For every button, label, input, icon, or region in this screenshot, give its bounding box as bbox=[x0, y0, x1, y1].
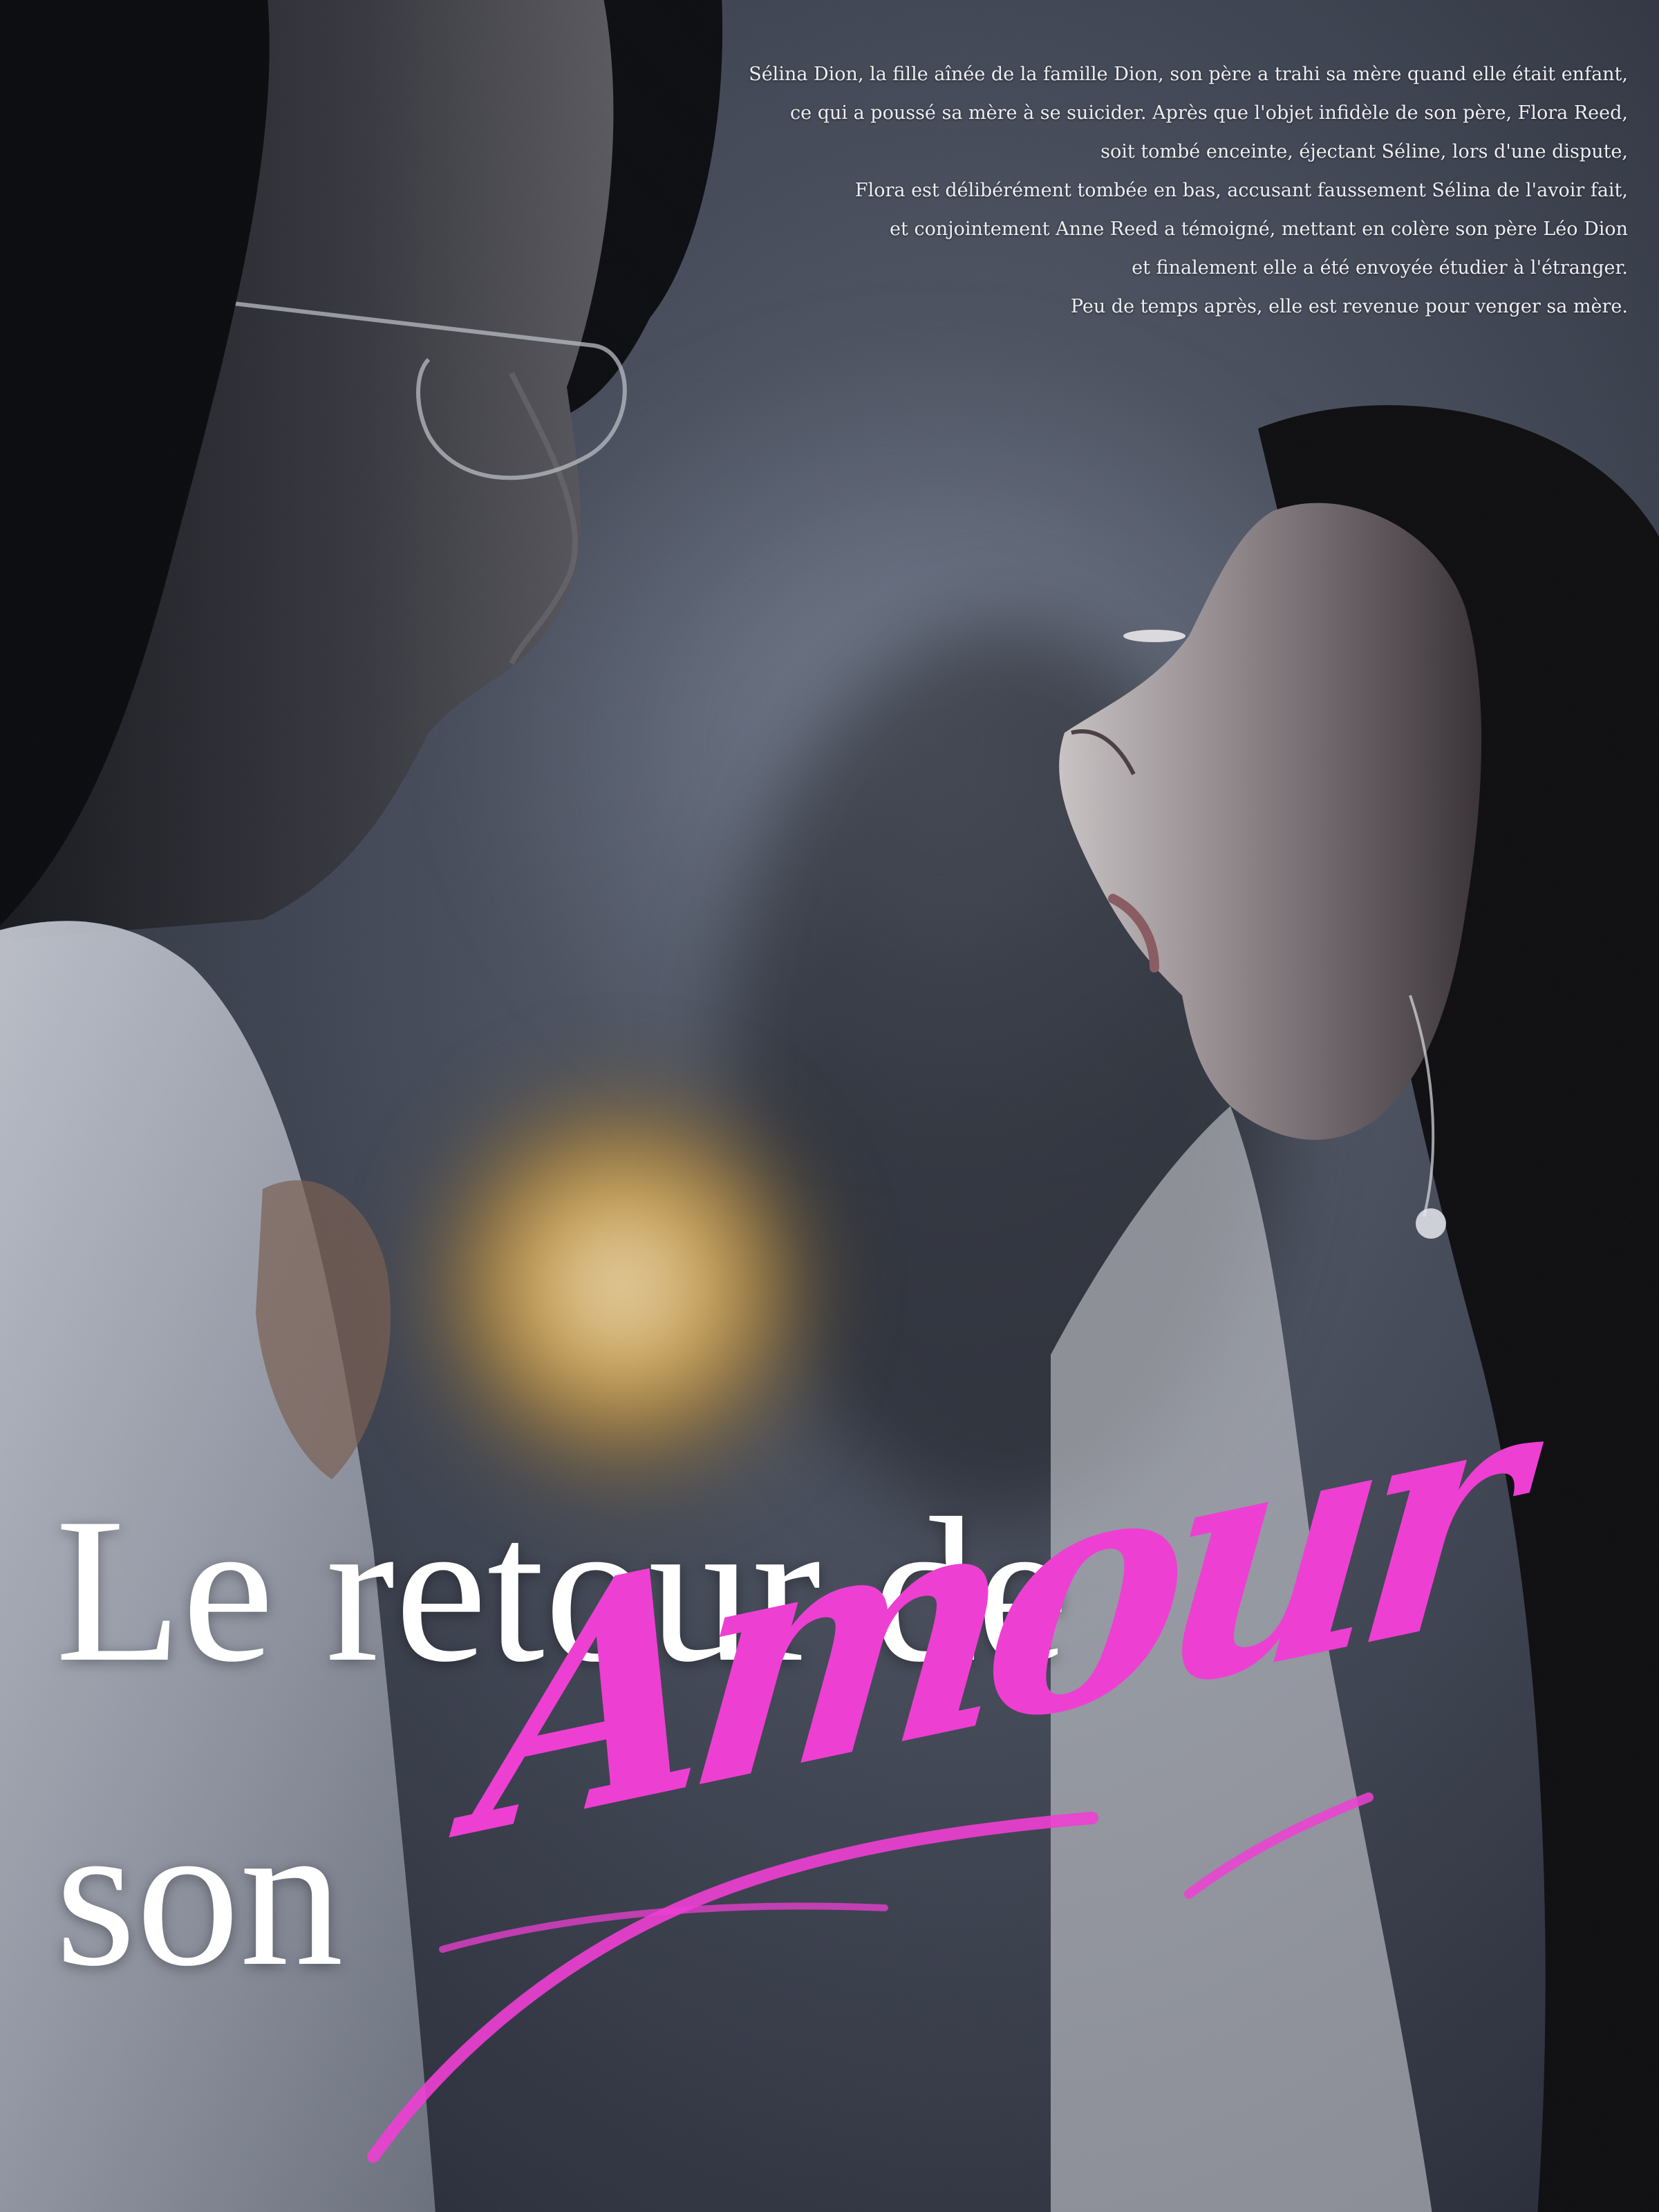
synopsis-line: Flora est délibérément tombée en bas, ac… bbox=[854, 180, 1628, 201]
synopsis-text: Sélina Dion, la fille aînée de la famill… bbox=[591, 55, 1628, 326]
synopsis-line: et conjointement Anne Reed a témoigné, m… bbox=[890, 218, 1628, 240]
synopsis-line: ce qui a poussé sa mère à se suicider. A… bbox=[790, 102, 1628, 124]
synopsis-line: Peu de temps après, elle est revenue pou… bbox=[1070, 296, 1628, 317]
synopsis-line: soit tombé enceinte, éjectant Séline, lo… bbox=[1100, 141, 1628, 162]
synopsis-line: Sélina Dion, la fille aînée de la famill… bbox=[749, 64, 1628, 85]
title-line-2: son bbox=[55, 1779, 344, 2009]
movie-poster: Sélina Dion, la fille aînée de la famill… bbox=[0, 0, 1659, 2212]
synopsis-line: et finalement elle a été envoyée étudier… bbox=[1132, 257, 1628, 279]
